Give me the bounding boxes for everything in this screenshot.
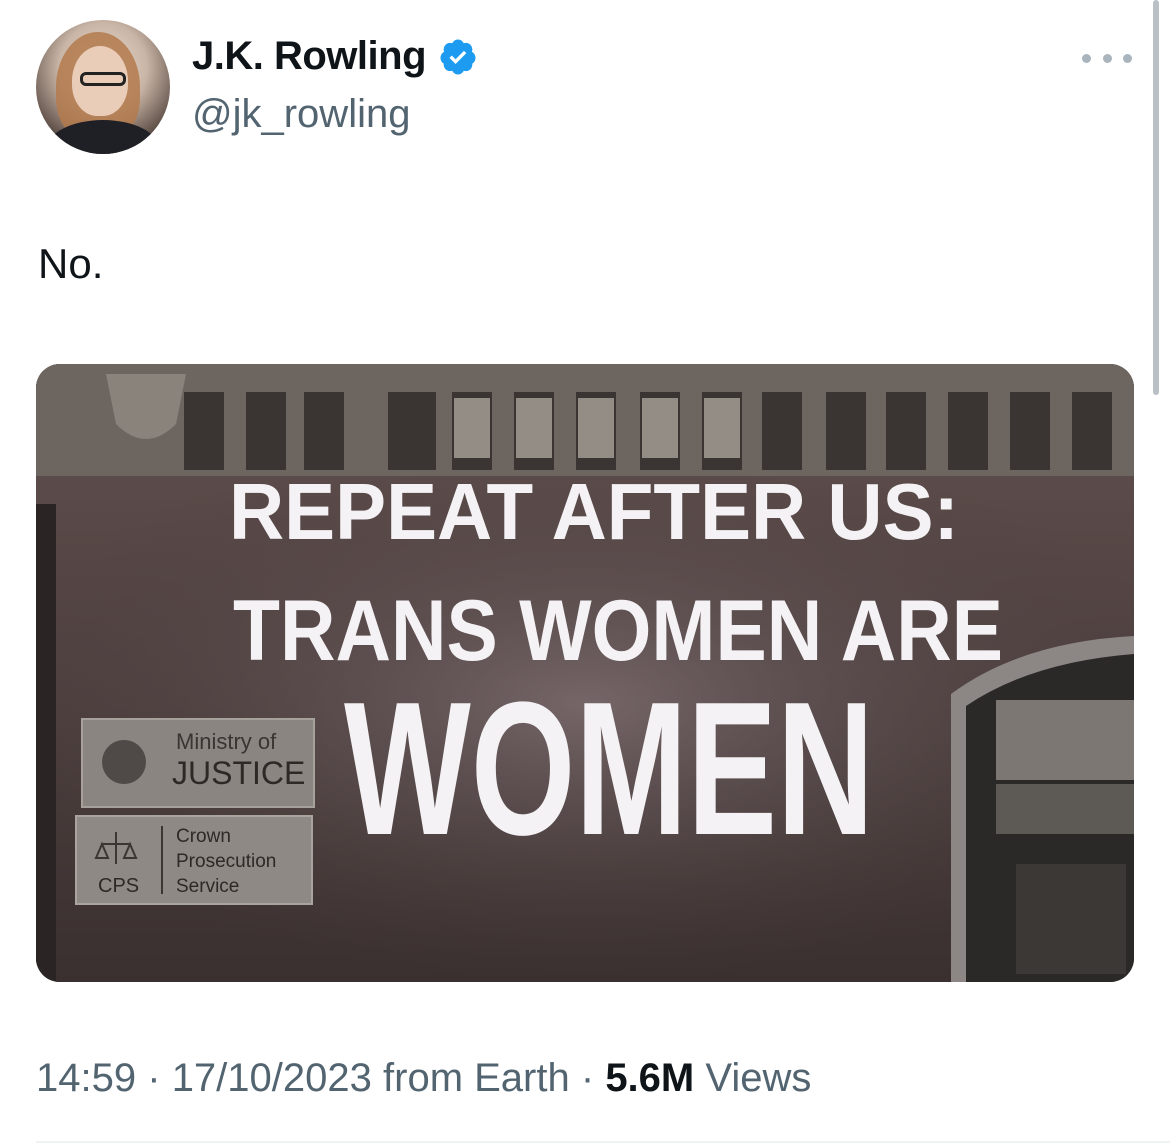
author-avatar[interactable] [36,20,170,154]
tweet-text: No. [38,240,104,287]
projection-line-1: REPEAT AFTER US: [229,467,959,556]
tweet-media-image[interactable]: Ministry of JUSTICE CPS Crown Prosecutio… [36,364,1134,982]
tweet-meta: 14:59 · 17/10/2023 from Earth · 5.6M Vie… [36,1056,811,1101]
tweet-source: from Earth [383,1056,570,1100]
more-dot [1082,53,1091,63]
author-name-row: J.K. Rowling [192,34,478,79]
cps-sign-line1: Crown [176,826,231,847]
meta-separator: · [580,1056,595,1100]
verified-badge-icon[interactable] [438,37,478,77]
projection-line-3: WOMEN [344,663,874,875]
tweet-time[interactable]: 14:59 [36,1056,136,1100]
views-count[interactable]: 5.6M [605,1056,694,1100]
more-dot [1102,53,1112,63]
ministry-sign-line2: JUSTICE [172,755,305,791]
cps-sign-abbr: CPS [98,875,139,897]
cps-sign-line3: Service [176,876,239,897]
author-handle[interactable]: @jk_rowling [192,92,410,137]
more-options-icon[interactable] [1082,48,1132,68]
ministry-sign-line1: Ministry of [176,729,277,754]
views-label[interactable]: Views [705,1056,811,1100]
avatar-glasses [80,72,126,86]
scrollbar[interactable] [1153,0,1159,395]
cps-sign-line2: Prosecution [176,851,276,872]
divider [36,1141,1170,1143]
meta-separator: · [147,1056,161,1100]
author-name[interactable]: J.K. Rowling [192,34,427,79]
more-dot [1123,53,1132,63]
media-photo: Ministry of JUSTICE CPS Crown Prosecutio… [36,364,1134,982]
tweet-date[interactable]: 17/10/2023 [172,1056,372,1100]
